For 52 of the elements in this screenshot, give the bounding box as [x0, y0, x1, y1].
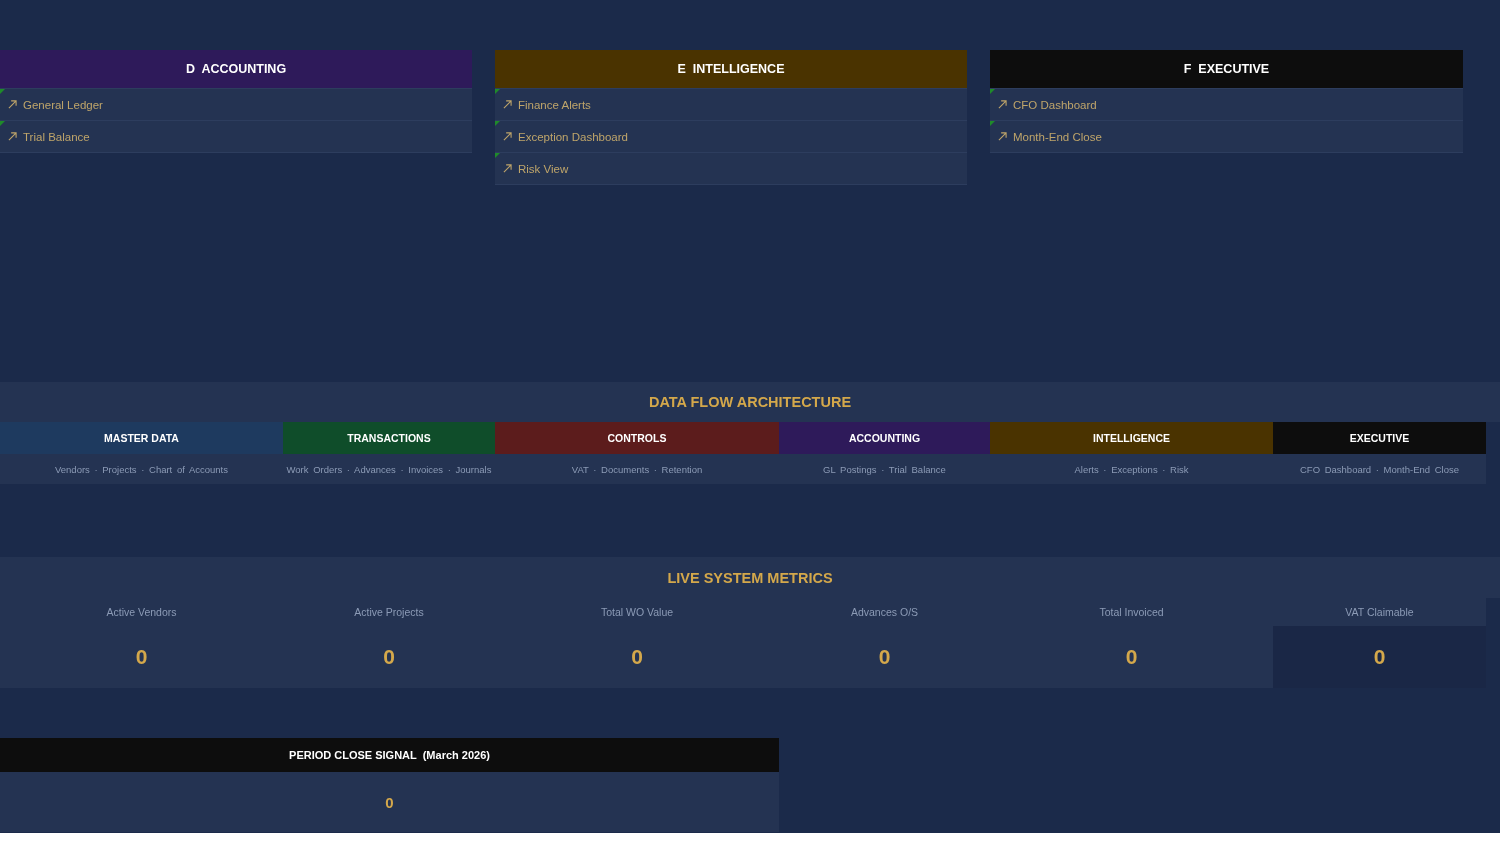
diagonal-arrow-icon: [503, 164, 512, 173]
module-link[interactable]: CFO Dashboard: [990, 89, 1463, 121]
stage-header: EXECUTIVE: [1273, 422, 1486, 454]
corner-marker-icon: [0, 121, 5, 126]
stage-header: TRANSACTIONS: [283, 422, 495, 454]
corner-marker-icon: [495, 89, 500, 94]
corner-marker-icon: [990, 89, 995, 94]
module-header: E INTELLIGENCE: [495, 50, 967, 89]
metric-value: 0: [495, 626, 779, 688]
metric-label: Total Invoiced: [990, 598, 1273, 626]
metric-value: 0: [990, 626, 1273, 688]
diagonal-arrow-icon: [8, 100, 17, 109]
metric-value: 0: [0, 626, 283, 688]
metric-value: 0: [283, 626, 495, 688]
module-link[interactable]: Risk View: [495, 153, 967, 185]
metric-value: 0: [779, 626, 990, 688]
stage-header: ACCOUNTING: [779, 422, 990, 454]
metric-label: Active Vendors: [0, 598, 283, 626]
metric-value: 0: [1273, 626, 1486, 688]
module-link[interactable]: Finance Alerts: [495, 89, 967, 121]
section-title: DATA FLOW ARCHITECTURE: [648, 394, 852, 410]
stage-header: CONTROLS: [495, 422, 779, 454]
panel-header: PERIOD CLOSE SIGNAL (March 2026): [0, 738, 779, 772]
signal-value: 0: [0, 772, 779, 832]
module-link[interactable]: Exception Dashboard: [495, 121, 967, 153]
diagonal-arrow-icon: [998, 100, 1007, 109]
stage-header: INTELLIGENCE: [990, 422, 1273, 454]
diagonal-arrow-icon: [503, 100, 512, 109]
diagonal-arrow-icon: [503, 132, 512, 141]
corner-marker-icon: [0, 89, 5, 94]
stage-description: GL Postings · Trial Balance: [779, 454, 990, 484]
module-link[interactable]: Trial Balance: [0, 121, 472, 153]
stage-description: Alerts · Exceptions · Risk: [990, 454, 1273, 484]
stage-header: MASTER DATA: [0, 422, 283, 454]
corner-marker-icon: [495, 153, 500, 158]
stage-description: Vendors · Projects · Chart of Accounts: [0, 454, 283, 484]
stage-description: Work Orders · Advances · Invoices · Journals: [283, 454, 495, 484]
corner-marker-icon: [990, 121, 995, 126]
metric-label: Advances O/S: [779, 598, 990, 626]
corner-marker-icon: [495, 121, 500, 126]
stage-description: CFO Dashboard · Month-End Close: [1273, 454, 1486, 484]
diagonal-arrow-icon: [998, 132, 1007, 141]
metric-label: Active Projects: [283, 598, 495, 626]
diagonal-arrow-icon: [8, 132, 17, 141]
metric-label: VAT Claimable: [1273, 598, 1486, 626]
stage-description: VAT · Documents · Retention: [495, 454, 779, 484]
module-link[interactable]: Month-End Close: [990, 121, 1463, 153]
module-header: D ACCOUNTING: [0, 50, 472, 89]
module-link[interactable]: General Ledger: [0, 89, 472, 121]
metric-label: Total WO Value: [495, 598, 779, 626]
module-header: F EXECUTIVE: [990, 50, 1463, 89]
section-title: LIVE SYSTEM METRICS: [667, 569, 833, 586]
